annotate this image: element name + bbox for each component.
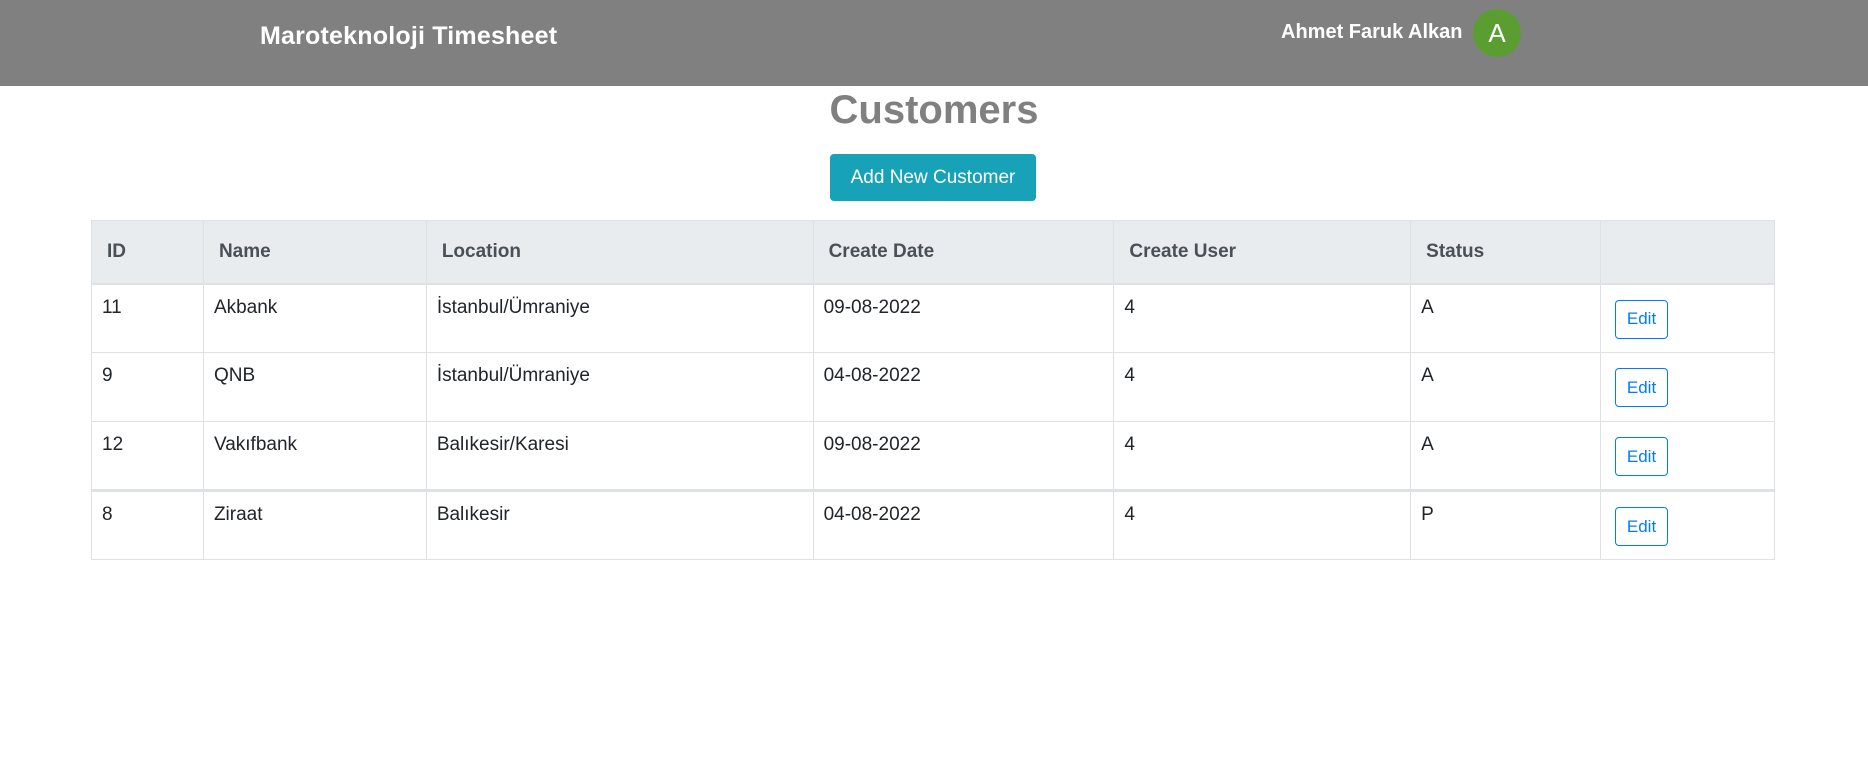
cell-status: A: [1410, 283, 1602, 353]
column-header-location[interactable]: Location: [425, 220, 814, 285]
cell-id: 11: [91, 283, 204, 353]
column-header-id[interactable]: ID: [91, 220, 204, 285]
cell-name: QNB: [202, 352, 427, 422]
cell-actions: Edit: [1600, 352, 1775, 422]
cell-actions: Edit: [1600, 490, 1775, 560]
column-header-create-date[interactable]: Create Date: [812, 220, 1115, 285]
table-body: 11 Akbank İstanbul/Ümraniye 09-08-2022 4…: [91, 283, 1775, 560]
table-row: 12 Vakıfbank Balıkesir/Karesi 09-08-2022…: [91, 421, 1775, 492]
cell-create-date: 04-08-2022: [812, 490, 1115, 560]
cell-location: İstanbul/Ümraniye: [425, 352, 814, 422]
cell-location: İstanbul/Ümraniye: [425, 283, 814, 353]
edit-button[interactable]: Edit: [1615, 299, 1669, 339]
user-name[interactable]: Ahmet Faruk Alkan: [1281, 21, 1463, 44]
cell-create-date: 09-08-2022: [812, 283, 1115, 353]
table-header: ID Name Location Create Date Create User…: [91, 220, 1775, 285]
cell-create-user: 4: [1113, 490, 1412, 560]
cell-name: Vakıfbank: [202, 421, 427, 492]
cell-create-date: 09-08-2022: [812, 421, 1115, 492]
top-navbar: Maroteknoloji Timesheet Ahmet Faruk Alka…: [0, 0, 1868, 86]
table-header-row: ID Name Location Create Date Create User…: [91, 220, 1775, 285]
edit-button[interactable]: Edit: [1615, 437, 1669, 476]
table-row: 8 Ziraat Balıkesir 04-08-2022 4 P Edit: [91, 490, 1775, 560]
edit-button[interactable]: Edit: [1615, 507, 1669, 546]
cell-status: A: [1410, 352, 1602, 422]
edit-button[interactable]: Edit: [1615, 368, 1669, 407]
add-new-customer-button[interactable]: Add New Customer: [830, 154, 1036, 201]
cell-location: Balıkesir/Karesi: [425, 421, 814, 492]
customers-table: ID Name Location Create Date Create User…: [91, 220, 1775, 560]
cell-status: P: [1410, 490, 1602, 560]
app-brand[interactable]: Maroteknoloji Timesheet: [260, 22, 557, 51]
cell-name: Ziraat: [202, 490, 427, 560]
user-avatar[interactable]: A: [1473, 9, 1521, 57]
cell-status: A: [1410, 421, 1602, 492]
column-header-name[interactable]: Name: [202, 220, 427, 285]
cell-id: 9: [91, 352, 204, 422]
column-header-actions: [1600, 220, 1775, 285]
cell-id: 12: [91, 421, 204, 492]
table-row: 9 QNB İstanbul/Ümraniye 04-08-2022 4 A E…: [91, 352, 1775, 422]
column-header-status[interactable]: Status: [1410, 220, 1602, 285]
cell-create-user: 4: [1113, 421, 1412, 492]
cell-create-user: 4: [1113, 283, 1412, 353]
cell-location: Balıkesir: [425, 490, 814, 560]
cell-actions: Edit: [1600, 421, 1775, 492]
cell-create-date: 04-08-2022: [812, 352, 1115, 422]
table-row: 11 Akbank İstanbul/Ümraniye 09-08-2022 4…: [91, 283, 1775, 353]
cell-create-user: 4: [1113, 352, 1412, 422]
column-header-create-user[interactable]: Create User: [1113, 220, 1412, 285]
cell-actions: Edit: [1600, 283, 1775, 353]
page-title: Customers: [829, 88, 1039, 132]
cell-name: Akbank: [202, 283, 427, 353]
cell-id: 8: [91, 490, 204, 560]
